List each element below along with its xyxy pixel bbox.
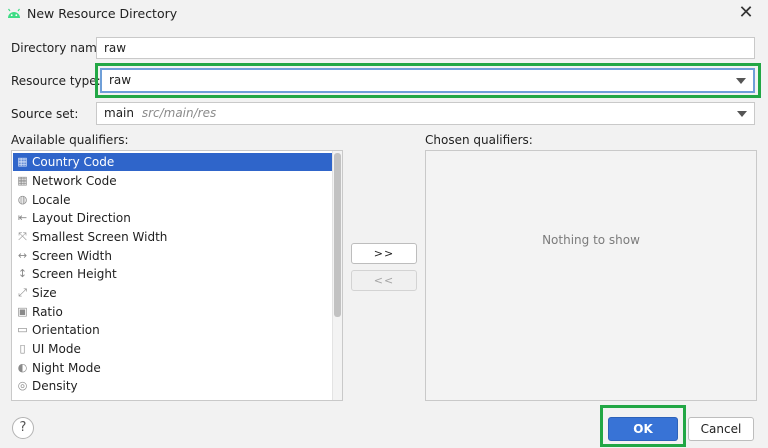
layout-direction-icon: ⇤ xyxy=(17,211,28,224)
qualifier-item-orientation[interactable]: ▭ Orientation xyxy=(13,321,333,339)
qualifier-label: Country Code xyxy=(32,155,115,169)
qualifier-label: Locale xyxy=(32,193,71,207)
qualifier-item-locale[interactable]: ◍ Locale xyxy=(13,191,333,209)
help-icon[interactable]: ? xyxy=(12,417,34,439)
night-mode-icon: ◐ xyxy=(17,361,28,374)
resource-type-value: raw xyxy=(109,73,132,87)
cancel-button[interactable]: Cancel xyxy=(688,417,754,441)
resource-type-label: Resource type: xyxy=(11,74,101,88)
network-code-icon: ▦ xyxy=(17,174,28,187)
source-set-value: main xyxy=(104,106,134,120)
qualifier-label: Night Mode xyxy=(32,361,101,375)
size-icon: ⤢ xyxy=(18,286,27,299)
remove-qualifier-button[interactable]: << xyxy=(351,270,417,291)
ok-button[interactable]: OK xyxy=(608,417,678,441)
source-set-path: src/main/res xyxy=(141,106,217,120)
country-code-icon: ▦ xyxy=(17,155,28,168)
qualifier-item-smallest-screen-width[interactable]: ⤧ Smallest Screen Width xyxy=(13,228,333,246)
available-qualifiers-label: Available qualifiers: xyxy=(11,133,129,147)
qualifier-item-size[interactable]: ⤢ Size xyxy=(13,284,333,302)
ratio-icon: ▣ xyxy=(17,305,28,318)
qualifier-label: Screen Width xyxy=(32,249,112,263)
qualifier-label: Density xyxy=(32,379,78,393)
qualifier-label: Size xyxy=(32,286,57,300)
screen-height-icon: ↕ xyxy=(17,267,28,280)
qualifier-item-ui-mode[interactable]: ▯ UI Mode xyxy=(13,340,333,358)
qualifier-label: Layout Direction xyxy=(32,211,131,225)
chosen-qualifiers-label: Chosen qualifiers: xyxy=(425,133,533,147)
qualifier-label: Ratio xyxy=(32,305,63,319)
qualifier-label: Network Code xyxy=(32,174,117,188)
qualifier-item-country-code[interactable]: ▦ Country Code xyxy=(13,153,333,171)
density-icon: ◎ xyxy=(17,379,28,392)
screen-width-icon: ↔ xyxy=(17,249,28,262)
qualifier-label: UI Mode xyxy=(32,342,81,356)
qualifier-item-layout-direction[interactable]: ⇤ Layout Direction xyxy=(13,209,333,227)
qualifier-item-screen-height[interactable]: ↕ Screen Height xyxy=(13,265,333,283)
orientation-icon: ▭ xyxy=(17,323,28,336)
chosen-qualifiers-list[interactable]: Nothing to show xyxy=(425,150,757,401)
qualifier-label: Smallest Screen Width xyxy=(32,230,168,244)
directory-name-field[interactable]: raw xyxy=(96,37,755,59)
qualifier-item-night-mode[interactable]: ◐ Night Mode xyxy=(13,359,333,377)
chevron-down-icon xyxy=(737,110,747,117)
source-set-dropdown[interactable]: main src/main/res xyxy=(96,102,755,125)
source-set-label: Source set: xyxy=(11,107,79,121)
qualifier-label: Orientation xyxy=(32,323,100,337)
list-scrollbar[interactable] xyxy=(332,151,342,400)
qualifier-item-density[interactable]: ◎ Density xyxy=(13,377,333,395)
empty-state-text: Nothing to show xyxy=(542,233,640,247)
qualifier-item-network-code[interactable]: ▦ Network Code xyxy=(13,172,333,190)
directory-name-label: Directory name: xyxy=(11,41,109,55)
qualifier-item-ratio[interactable]: ▣ Ratio xyxy=(13,303,333,321)
resource-type-dropdown[interactable]: raw xyxy=(100,68,755,93)
globe-icon: ◍ xyxy=(17,193,28,206)
available-qualifiers-list[interactable]: ▦ Country Code ▦ Network Code ◍ Locale ⇤… xyxy=(11,150,343,401)
smallest-width-icon: ⤧ xyxy=(18,230,27,243)
android-icon xyxy=(8,8,20,18)
title-bar: New Resource Directory ✕ xyxy=(0,0,768,28)
add-qualifier-button[interactable]: >> xyxy=(351,243,417,264)
scrollbar-thumb[interactable] xyxy=(334,153,341,317)
window-title: New Resource Directory xyxy=(27,6,178,21)
ui-mode-icon: ▯ xyxy=(19,342,26,355)
close-icon[interactable]: ✕ xyxy=(736,3,756,23)
qualifier-item-screen-width[interactable]: ↔ Screen Width xyxy=(13,247,333,265)
qualifier-label: Screen Height xyxy=(32,267,117,281)
chevron-down-icon xyxy=(736,77,746,84)
